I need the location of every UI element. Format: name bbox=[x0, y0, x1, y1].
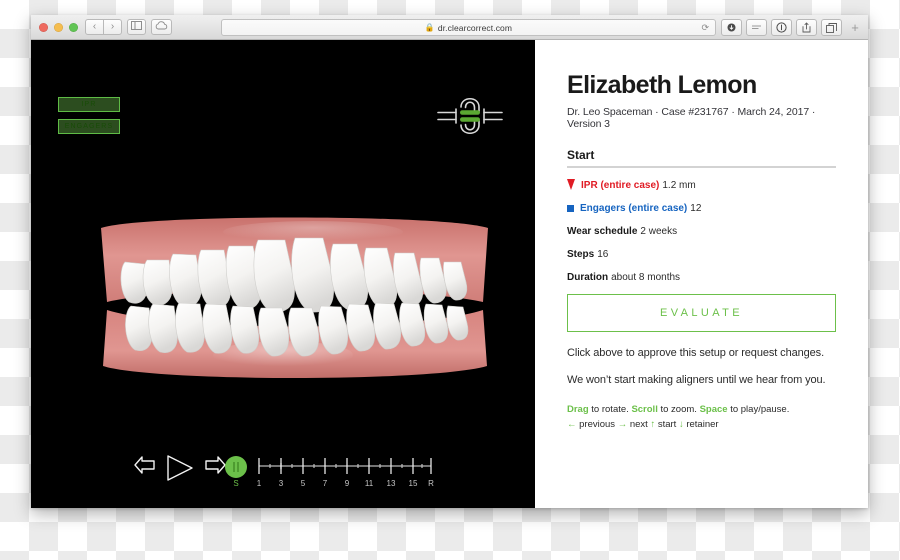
arrow-left-icon: ← bbox=[567, 418, 577, 430]
stat-row-engagers: Engagers (entire case) 12 bbox=[567, 202, 836, 215]
sidebar-toggle-button[interactable] bbox=[127, 19, 146, 35]
stat-label-engagers: Engagers (entire case) bbox=[580, 203, 688, 215]
screenshot-canvas: ‹ › 🔒 dr.clearcorrect.com ⟳ + IPR ENGAGE… bbox=[0, 0, 900, 560]
keyboard-hints-line-1: Drag to rotate. Scroll to zoom. Space to… bbox=[567, 403, 836, 418]
address-bar[interactable]: 🔒 dr.clearcorrect.com ⟳ bbox=[221, 19, 716, 36]
forward-button[interactable]: › bbox=[103, 19, 122, 35]
browser-titlebar: ‹ › 🔒 dr.clearcorrect.com ⟳ + bbox=[31, 15, 868, 40]
toolbar-right-buttons[interactable]: + bbox=[717, 19, 862, 36]
hint-space-rest: to play/pause. bbox=[727, 404, 790, 416]
timeline-label-9[interactable]: R bbox=[428, 479, 434, 488]
timeline-label-0[interactable]: S bbox=[233, 479, 238, 488]
timeline-ticks bbox=[258, 458, 432, 474]
page-content: IPR ENGAGERS S 1 3 5 7 9 11 13 15 R Eliz… bbox=[31, 40, 868, 508]
arrow-right-icon: → bbox=[617, 418, 628, 430]
url-text: dr.clearcorrect.com bbox=[437, 22, 513, 33]
case-meta: Dr. Leo Spaceman · Case #231767 · March … bbox=[567, 106, 816, 131]
stat-value-ipr: 1.2 mm bbox=[662, 180, 696, 192]
navigation-buttons[interactable]: ‹ › bbox=[85, 19, 122, 35]
layer-toggle-ipr[interactable]: IPR bbox=[58, 97, 120, 112]
stat-label-wear-schedule: Wear schedule bbox=[567, 226, 638, 238]
case-info-panel: Elizabeth Lemon Dr. Leo Spaceman · Case … bbox=[535, 40, 868, 508]
minimize-window-button[interactable] bbox=[54, 22, 63, 32]
dental-model[interactable] bbox=[83, 210, 508, 390]
timeline-labels: S 1 3 5 7 9 11 13 15 R bbox=[225, 479, 437, 493]
hint-drag: Drag bbox=[567, 404, 589, 416]
timeline-label-4[interactable]: 7 bbox=[323, 479, 327, 488]
engager-square-icon bbox=[567, 205, 574, 213]
stat-row-duration: Duration about 8 months bbox=[567, 271, 836, 284]
window-controls[interactable] bbox=[39, 22, 78, 32]
layer-toggle-ipr-label: IPR bbox=[81, 101, 97, 108]
section-divider bbox=[567, 166, 836, 169]
stat-row-ipr: IPR (entire case) 1.2 mm bbox=[567, 179, 836, 192]
close-window-button[interactable] bbox=[39, 22, 48, 32]
timeline-label-8[interactable]: 15 bbox=[409, 479, 418, 488]
section-title: Start bbox=[567, 148, 595, 163]
timeline-label-2[interactable]: 3 bbox=[279, 479, 283, 488]
approve-instruction: Click above to approve this setup or req… bbox=[567, 347, 825, 360]
share-icon[interactable] bbox=[796, 19, 817, 36]
reader-icon[interactable] bbox=[746, 19, 767, 36]
keyboard-hints: Drag to rotate. Scroll to zoom. Space to… bbox=[567, 403, 836, 432]
chevron-right-icon: › bbox=[110, 21, 115, 32]
hint-scroll-rest: to zoom. bbox=[657, 404, 700, 416]
browser-window: ‹ › 🔒 dr.clearcorrect.com ⟳ + IPR ENGAGE… bbox=[31, 15, 868, 508]
stat-value-duration: about 8 months bbox=[611, 272, 681, 284]
aligner-notice: We won’t start making aligners until we … bbox=[567, 374, 826, 387]
tabs-icon[interactable] bbox=[821, 19, 842, 36]
layer-toggle-engagers-label: ENGAGERS bbox=[64, 123, 114, 130]
icloud-tabs-button[interactable] bbox=[151, 19, 172, 35]
hint-start: start bbox=[655, 418, 679, 430]
next-step-button[interactable] bbox=[203, 454, 227, 481]
new-tab-button[interactable]: + bbox=[848, 21, 862, 34]
arch-view-widget[interactable] bbox=[434, 88, 506, 144]
play-pause-button[interactable] bbox=[165, 454, 195, 487]
timeline-knob[interactable] bbox=[225, 456, 247, 478]
stat-value-wear-schedule: 2 weeks bbox=[640, 226, 678, 238]
timeline-label-7[interactable]: 13 bbox=[387, 479, 396, 488]
hint-space: Space bbox=[699, 404, 728, 416]
maximize-window-button[interactable] bbox=[69, 22, 78, 32]
timeline-label-1[interactable]: 1 bbox=[257, 479, 261, 488]
pause-bar-right bbox=[237, 462, 239, 472]
evaluate-button-label: EVALUATE bbox=[659, 307, 744, 320]
page-title: Elizabeth Lemon bbox=[567, 71, 757, 99]
chevron-left-icon: ‹ bbox=[92, 21, 97, 32]
timeline-label-6[interactable]: 11 bbox=[365, 479, 373, 488]
layer-toggle-engagers[interactable]: ENGAGERS bbox=[58, 119, 120, 134]
step-timeline[interactable]: S 1 3 5 7 9 11 13 15 R bbox=[225, 452, 437, 496]
timeline-label-3[interactable]: 5 bbox=[301, 479, 305, 488]
stat-label-steps: Steps bbox=[567, 249, 595, 261]
hint-next: next bbox=[627, 418, 651, 430]
evaluate-button[interactable]: EVALUATE bbox=[567, 294, 836, 333]
download-icon[interactable] bbox=[721, 19, 742, 36]
info-icon[interactable] bbox=[771, 19, 792, 36]
three-d-viewer[interactable]: IPR ENGAGERS S 1 3 5 7 9 11 13 15 R bbox=[31, 40, 535, 508]
pause-bar-left bbox=[233, 462, 235, 472]
stat-value-engagers: 12 bbox=[690, 203, 702, 215]
lock-icon: 🔒 bbox=[424, 23, 435, 32]
ipr-triangle-icon bbox=[567, 179, 575, 191]
keyboard-hints-line-2: ← previous → next ↑ start ↓ retainer bbox=[567, 418, 836, 433]
hint-retainer: retainer bbox=[683, 418, 719, 430]
stat-row-steps: Steps 16 bbox=[567, 248, 836, 261]
stat-row-wear-schedule: Wear schedule 2 weeks bbox=[567, 225, 836, 238]
cloud-icon bbox=[155, 21, 168, 33]
stat-label-ipr: IPR (entire case) bbox=[581, 180, 660, 192]
previous-step-button[interactable] bbox=[133, 454, 157, 481]
playback-controls[interactable]: S 1 3 5 7 9 11 13 15 R bbox=[131, 452, 441, 498]
hint-scroll: Scroll bbox=[631, 404, 658, 416]
stat-value-steps: 16 bbox=[597, 249, 609, 261]
stat-label-duration: Duration bbox=[567, 272, 609, 284]
timeline-label-5[interactable]: 9 bbox=[345, 479, 349, 488]
hint-previous: previous bbox=[576, 418, 618, 430]
hint-drag-rest: to rotate. bbox=[588, 404, 632, 416]
back-button[interactable]: ‹ bbox=[85, 19, 104, 35]
sidebar-icon bbox=[131, 21, 142, 33]
reload-icon[interactable]: ⟳ bbox=[701, 22, 709, 33]
